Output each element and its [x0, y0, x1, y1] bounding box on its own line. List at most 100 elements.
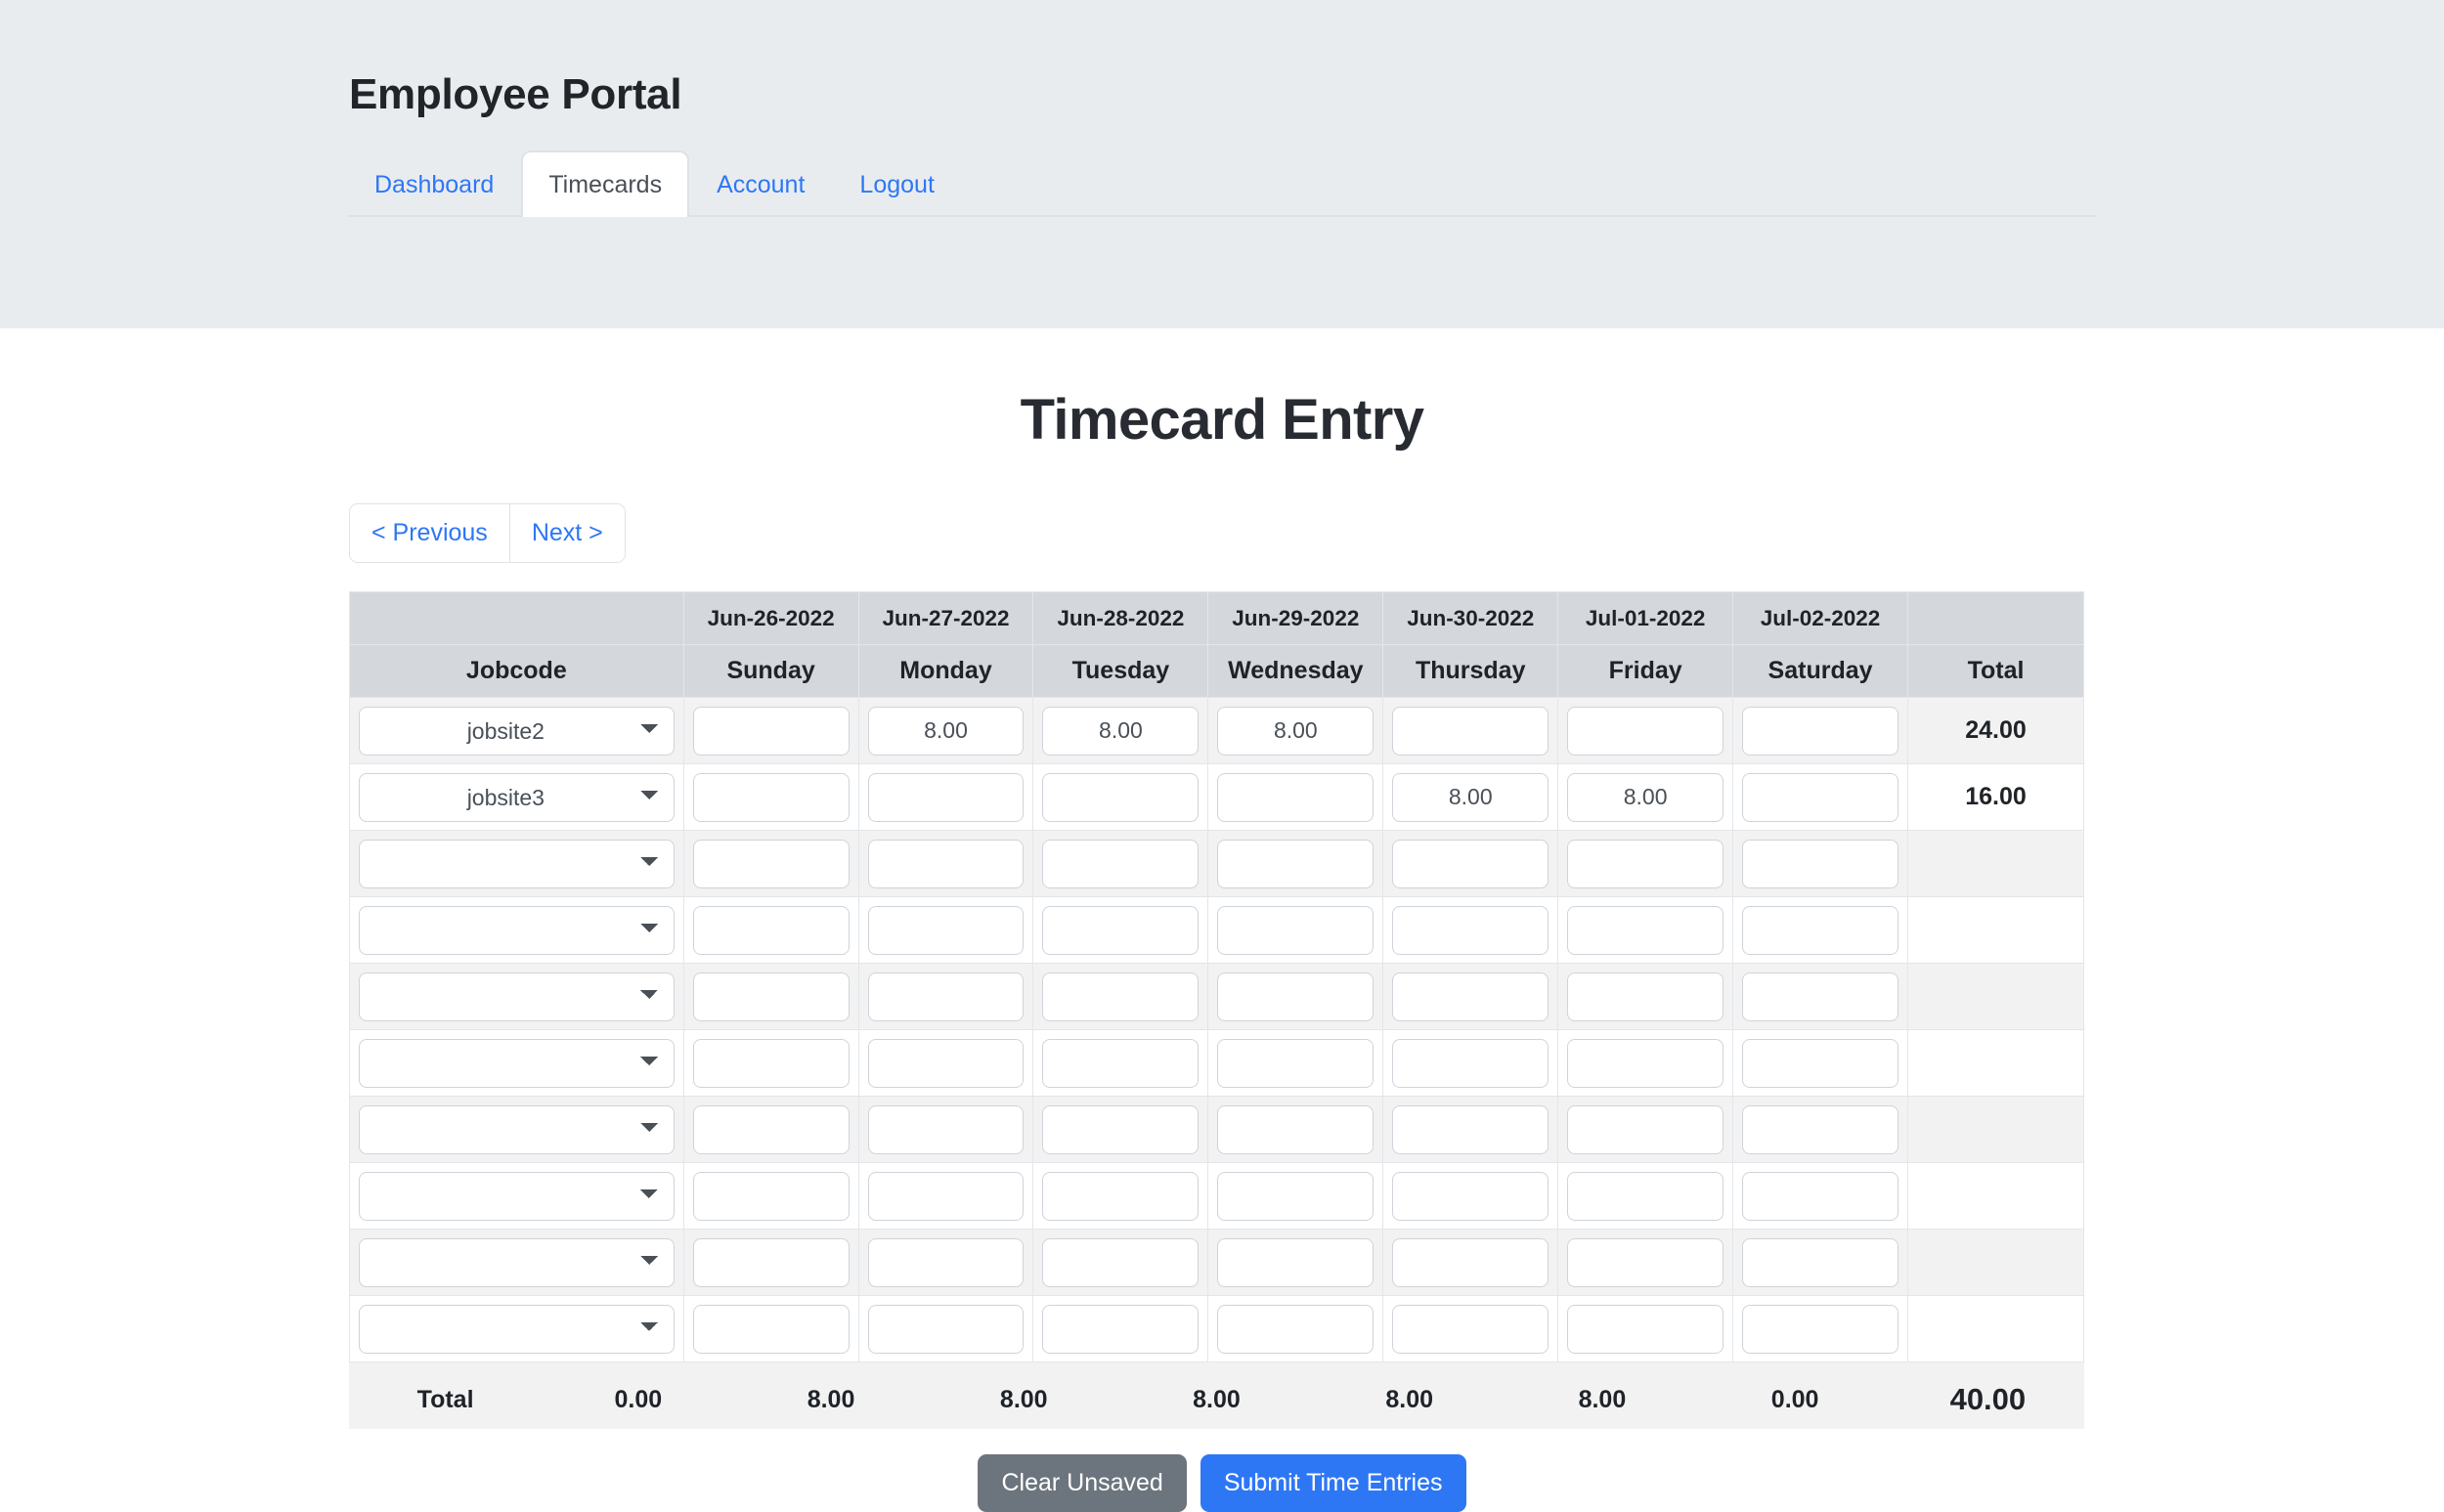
hours-input[interactable] [1567, 905, 1724, 955]
hours-input[interactable] [1742, 839, 1898, 888]
hours-input[interactable] [1392, 1171, 1549, 1221]
hours-input[interactable] [1742, 1171, 1898, 1221]
hours-cell [1732, 1229, 1908, 1296]
hours-input[interactable] [1042, 1171, 1200, 1221]
hours-input[interactable] [1742, 706, 1898, 756]
jobcode-select[interactable]: jobsite2jobsite3 [359, 1304, 675, 1354]
clear-unsaved-button[interactable]: Clear Unsaved [978, 1454, 1187, 1512]
hours-input[interactable] [1567, 706, 1724, 756]
hours-input[interactable] [867, 839, 1025, 888]
hours-input[interactable] [1217, 706, 1375, 756]
jobcode-select[interactable]: jobsite2jobsite3 [359, 1171, 675, 1221]
hours-input[interactable] [1217, 1104, 1375, 1154]
hours-input[interactable] [1042, 839, 1200, 888]
hours-input[interactable] [867, 905, 1025, 955]
hours-cell [1207, 896, 1384, 964]
hours-input[interactable] [1567, 1237, 1724, 1287]
hours-input[interactable] [1217, 1171, 1375, 1221]
hours-input[interactable] [692, 1304, 850, 1354]
nav-tab-timecards[interactable]: Timecards [521, 151, 690, 217]
hours-input[interactable] [1567, 1104, 1724, 1154]
hours-input[interactable] [1392, 772, 1549, 822]
hours-input[interactable] [692, 972, 850, 1021]
hours-input[interactable] [867, 1304, 1025, 1354]
hours-input[interactable] [1042, 972, 1200, 1021]
hours-input[interactable] [1042, 772, 1200, 822]
hours-input[interactable] [1567, 772, 1724, 822]
hours-input[interactable] [1742, 772, 1898, 822]
hours-input[interactable] [1217, 905, 1375, 955]
hours-input[interactable] [1742, 1237, 1898, 1287]
nav-tab-logout[interactable]: Logout [832, 151, 961, 217]
hours-input[interactable] [1567, 1304, 1724, 1354]
hours-input[interactable] [1567, 972, 1724, 1021]
hours-input[interactable] [1042, 1304, 1200, 1354]
hours-input[interactable] [1567, 839, 1724, 888]
date-header-cell: Jul-02-2022 [1732, 591, 1908, 645]
hours-input[interactable] [1217, 772, 1375, 822]
submit-time-entries-button[interactable]: Submit Time Entries [1200, 1454, 1466, 1512]
hours-input[interactable] [1042, 1104, 1200, 1154]
jobcode-select[interactable]: jobsite2jobsite3 [359, 972, 675, 1021]
hours-input[interactable] [1742, 905, 1898, 955]
hours-input[interactable] [692, 839, 850, 888]
hours-cell [682, 763, 859, 831]
hours-input[interactable] [867, 1237, 1025, 1287]
hours-input[interactable] [1392, 839, 1549, 888]
hours-input[interactable] [1217, 1237, 1375, 1287]
hours-input[interactable] [1042, 1038, 1200, 1088]
hours-input[interactable] [1392, 972, 1549, 1021]
hours-cell [682, 1229, 859, 1296]
hours-input[interactable] [1042, 1237, 1200, 1287]
jobcode-select[interactable]: jobsite2jobsite3 [359, 1237, 675, 1287]
next-week-button[interactable]: Next > [508, 504, 625, 562]
day-total-value: 0.00 [542, 1362, 735, 1429]
hours-input[interactable] [1742, 1304, 1898, 1354]
jobcode-column-header: Jobcode [349, 644, 684, 698]
jobcode-select[interactable]: jobsite2jobsite3 [359, 772, 675, 822]
hours-input[interactable] [867, 972, 1025, 1021]
hours-input[interactable] [1392, 1237, 1549, 1287]
totals-row-label: Total [349, 1362, 543, 1429]
jobcode-select[interactable]: jobsite2jobsite3 [359, 1038, 675, 1088]
hours-input[interactable] [1042, 905, 1200, 955]
hours-input[interactable] [1217, 839, 1375, 888]
hours-input[interactable] [1392, 1304, 1549, 1354]
hours-input[interactable] [1392, 706, 1549, 756]
hours-input[interactable] [1217, 1304, 1375, 1354]
hours-input[interactable] [1742, 972, 1898, 1021]
row-total-value: 16.00 [1907, 763, 2084, 831]
hours-cell [1207, 763, 1384, 831]
nav-tab-account[interactable]: Account [689, 151, 832, 217]
day-column-header: Wednesday [1207, 644, 1384, 698]
hours-input[interactable] [1217, 1038, 1375, 1088]
hours-input[interactable] [692, 905, 850, 955]
hours-input[interactable] [1217, 972, 1375, 1021]
hours-cell [1382, 896, 1559, 964]
hours-input[interactable] [1567, 1171, 1724, 1221]
jobcode-select[interactable]: jobsite2jobsite3 [359, 905, 675, 955]
hours-input[interactable] [1392, 905, 1549, 955]
hours-input[interactable] [692, 706, 850, 756]
hours-input[interactable] [1392, 1104, 1549, 1154]
hours-input[interactable] [1742, 1104, 1898, 1154]
hours-input[interactable] [867, 706, 1025, 756]
hours-input[interactable] [1742, 1038, 1898, 1088]
hours-input[interactable] [692, 1171, 850, 1221]
hours-input[interactable] [867, 772, 1025, 822]
hours-input[interactable] [692, 1237, 850, 1287]
hours-input[interactable] [692, 1038, 850, 1088]
hours-input[interactable] [1392, 1038, 1549, 1088]
jobcode-select[interactable]: jobsite2jobsite3 [359, 1104, 675, 1154]
nav-tab-dashboard[interactable]: Dashboard [347, 151, 521, 217]
previous-week-button[interactable]: < Previous [350, 504, 509, 562]
hours-input[interactable] [867, 1104, 1025, 1154]
jobcode-select[interactable]: jobsite2jobsite3 [359, 839, 675, 888]
hours-input[interactable] [1567, 1038, 1724, 1088]
hours-input[interactable] [867, 1171, 1025, 1221]
hours-input[interactable] [1042, 706, 1200, 756]
jobcode-select[interactable]: jobsite2jobsite3 [359, 706, 675, 756]
hours-input[interactable] [692, 1104, 850, 1154]
hours-input[interactable] [867, 1038, 1025, 1088]
hours-input[interactable] [692, 772, 850, 822]
